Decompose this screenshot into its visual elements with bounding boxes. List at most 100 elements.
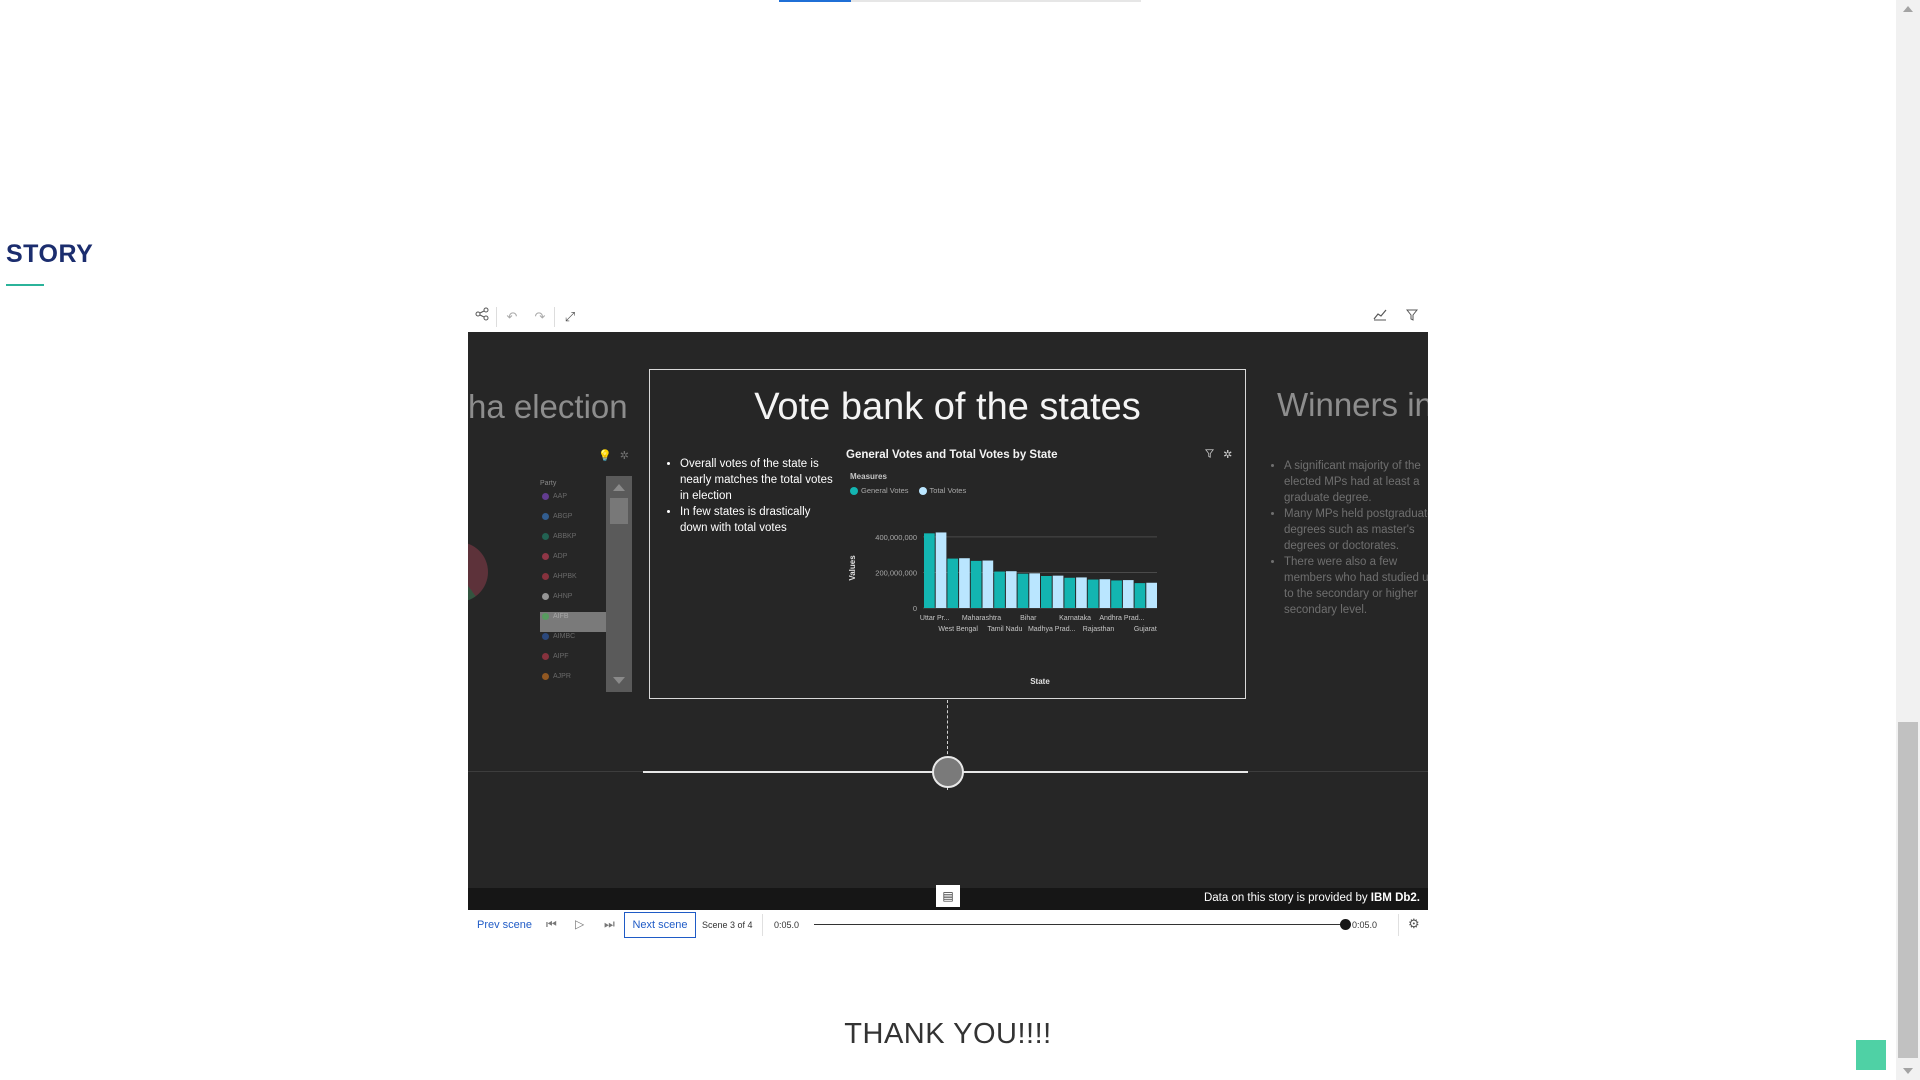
legend-item[interactable]: Total Votes [918, 486, 966, 495]
data-credit: Data on this story is provided by IBM Db… [1204, 892, 1420, 904]
list-item: There were also a few members who had st… [1284, 554, 1428, 618]
bar [1041, 576, 1052, 608]
legend-label: AIFB [553, 613, 569, 620]
legend-title: Measures [850, 472, 887, 481]
legend-label: AIMBC [553, 633, 576, 640]
play-icon[interactable]: ▷ [575, 917, 584, 931]
chart-title: General Votes and Total Votes by State [846, 449, 1058, 461]
undo-icon[interactable]: ↶ [502, 307, 522, 327]
skip-forward-icon[interactable]: ⏭ [604, 917, 615, 932]
scene-counter: Scene 3 of 4 [702, 920, 753, 930]
playback-track[interactable] [814, 924, 1345, 925]
time-end: 0:05.0 [1352, 920, 1378, 930]
legend-label: AAP [553, 493, 568, 500]
legend-label: ABBKP [553, 533, 577, 540]
credit-brand: IBM Db2. [1370, 892, 1420, 904]
y-axis-label: Values [848, 555, 857, 581]
bar [947, 558, 959, 608]
bar [1099, 579, 1111, 608]
story-canvas: ha election 💡 ✲ Party AAP ABGP ABBKP ADP AHPB… [468, 332, 1428, 910]
list-item: In few states is drastically down with t… [680, 504, 836, 536]
x-tick-label: West Bengal [938, 626, 978, 633]
bar [1064, 577, 1076, 608]
chart-legend: General Votes Total Votes [850, 486, 966, 495]
bar [1005, 571, 1017, 608]
legend-swatch [542, 493, 549, 500]
legend-swatch [542, 593, 549, 600]
x-tick-label: Gujarat [1134, 626, 1157, 633]
legend-swatch [918, 486, 927, 495]
settings-icon[interactable]: ⚙ [1408, 916, 1420, 932]
timeline-scene-marker[interactable] [932, 756, 964, 788]
scroll-up-icon[interactable] [1903, 6, 1913, 12]
settings-icon[interactable]: ✲ [1223, 449, 1232, 461]
bar [1122, 580, 1134, 608]
legend-item[interactable]: ABGP [540, 512, 608, 532]
legend-item[interactable]: AJPR [540, 672, 608, 692]
y-tick-label: 400,000,000 [875, 533, 917, 542]
page-scrollbar[interactable] [1896, 0, 1920, 1080]
chart-icon[interactable] [1370, 307, 1390, 327]
legend-label: ABGP [553, 513, 573, 520]
playback-knob[interactable] [1340, 919, 1351, 930]
legend-item[interactable]: General Votes [850, 486, 909, 495]
list-item: A significant majority of the elected MP… [1284, 458, 1428, 506]
legend-label: AHPBK [553, 573, 577, 580]
floating-action-button[interactable] [1856, 1040, 1886, 1070]
legend-item[interactable]: AHNP [540, 592, 608, 612]
legend-item[interactable]: AIPF [540, 652, 608, 672]
filter-icon[interactable] [1402, 307, 1422, 327]
legend-title: Party [540, 480, 557, 487]
bar [994, 571, 1005, 608]
active-scene-card[interactable]: Vote bank of the states Overall votes of… [649, 369, 1246, 699]
x-tick-label: Maharashtra [962, 615, 1001, 622]
bar [1087, 579, 1099, 608]
chart-tools: ✲ [1199, 448, 1232, 461]
prev-scene-title[interactable]: ha election [468, 388, 628, 426]
x-tick-label: Karnataka [1059, 615, 1091, 622]
bar [959, 558, 970, 608]
legend-swatch [542, 653, 549, 660]
tab-indicator [779, 0, 1141, 2]
legend-item[interactable]: AHPBK [540, 572, 608, 592]
next-scene-button[interactable]: Next scene [624, 912, 696, 938]
legend-item[interactable]: ADP [540, 552, 608, 572]
scroll-up-icon [613, 484, 625, 491]
legend-swatch [542, 673, 549, 680]
scroll-down-icon [613, 677, 625, 684]
next-scene-title[interactable]: Winners in [1277, 386, 1428, 424]
redo-icon[interactable]: ↷ [530, 307, 550, 327]
time-start: 0:05.0 [774, 920, 800, 930]
bar [982, 560, 994, 608]
divider [762, 914, 763, 936]
x-tick-label: Bihar [1020, 615, 1037, 622]
story-toolbar: ↶ ↷ ⤢ [468, 303, 1428, 331]
legend-swatch [542, 573, 549, 580]
skip-back-icon[interactable]: ⏮ [546, 917, 557, 932]
legend-label: ADP [553, 553, 568, 560]
prev-scene-legend-scrollbar [606, 476, 632, 692]
prev-scene-button[interactable]: Prev scene [477, 919, 532, 931]
legend-swatch [542, 533, 549, 540]
lightbulb-icon: 💡 [598, 450, 612, 462]
divider [1398, 914, 1399, 936]
list-item: Many MPs held postgraduate degrees such … [1284, 506, 1428, 554]
expand-icon[interactable]: ⤢ [560, 307, 580, 327]
bar [1134, 583, 1146, 608]
bar [1111, 580, 1122, 608]
scroll-thumb[interactable] [1898, 722, 1918, 1058]
legend-item[interactable]: ABBKP [540, 532, 608, 552]
x-axis-label: State [1030, 677, 1050, 686]
share-icon[interactable] [472, 307, 492, 327]
legend-label: AIPF [553, 653, 569, 660]
notes-icon[interactable]: ▤ [936, 885, 960, 907]
filter-icon[interactable] [1204, 449, 1217, 461]
scroll-down-icon[interactable] [1903, 1068, 1913, 1074]
section-title: STORY [6, 240, 94, 268]
prev-scene-pie [468, 542, 488, 602]
prev-scene-chart-tools: 💡 ✲ [598, 449, 637, 462]
legend-item[interactable]: AAP [540, 492, 608, 512]
x-tick-label: Madhya Prad... [1028, 626, 1076, 633]
legend-item[interactable]: AIFB [540, 612, 608, 632]
legend-item[interactable]: AIMBC [540, 632, 608, 652]
